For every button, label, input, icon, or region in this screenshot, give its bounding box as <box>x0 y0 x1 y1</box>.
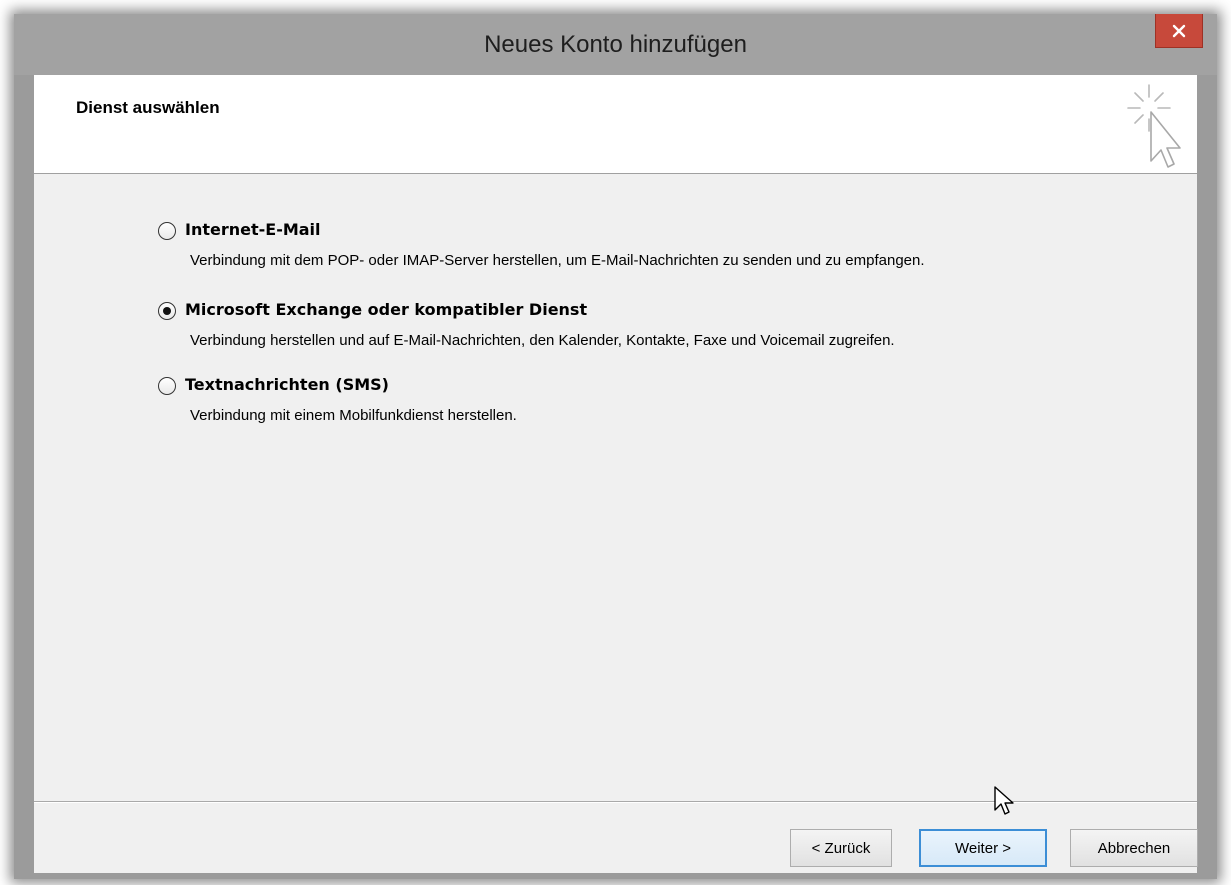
option-label[interactable]: Internet-E-Mail <box>185 220 321 239</box>
option-description: Verbindung mit dem POP- oder IMAP-Server… <box>190 252 925 269</box>
page-title: Dienst auswählen <box>76 98 220 117</box>
radio-sms[interactable] <box>158 377 176 395</box>
close-button[interactable] <box>1155 14 1203 48</box>
option-description: Verbindung mit einem Mobilfunkdienst her… <box>190 407 517 424</box>
cancel-button[interactable]: Abbrechen <box>1070 829 1198 867</box>
option-description: Verbindung herstellen und auf E-Mail-Nac… <box>190 332 895 349</box>
dialog-content: Dienst auswählen Internet-E-Mail Verbind… <box>34 75 1198 873</box>
back-button[interactable]: < Zurück <box>790 829 892 867</box>
radio-internet-email[interactable] <box>158 222 176 240</box>
window-title: Neues Konto hinzufügen <box>484 31 747 58</box>
dialog-window: Neues Konto hinzufügen Dienst auswählen <box>14 14 1217 879</box>
close-icon <box>1172 24 1186 37</box>
radio-exchange[interactable] <box>158 302 176 320</box>
wizard-cursor-icon <box>1127 84 1181 168</box>
next-button[interactable]: Weiter > <box>919 829 1047 867</box>
option-label[interactable]: Textnachrichten (SMS) <box>185 375 389 394</box>
title-bar[interactable]: Neues Konto hinzufügen <box>14 14 1217 75</box>
footer-divider <box>34 801 1197 803</box>
option-label[interactable]: Microsoft Exchange oder kompatibler Dien… <box>185 300 587 319</box>
wizard-header: Dienst auswählen <box>34 75 1197 174</box>
